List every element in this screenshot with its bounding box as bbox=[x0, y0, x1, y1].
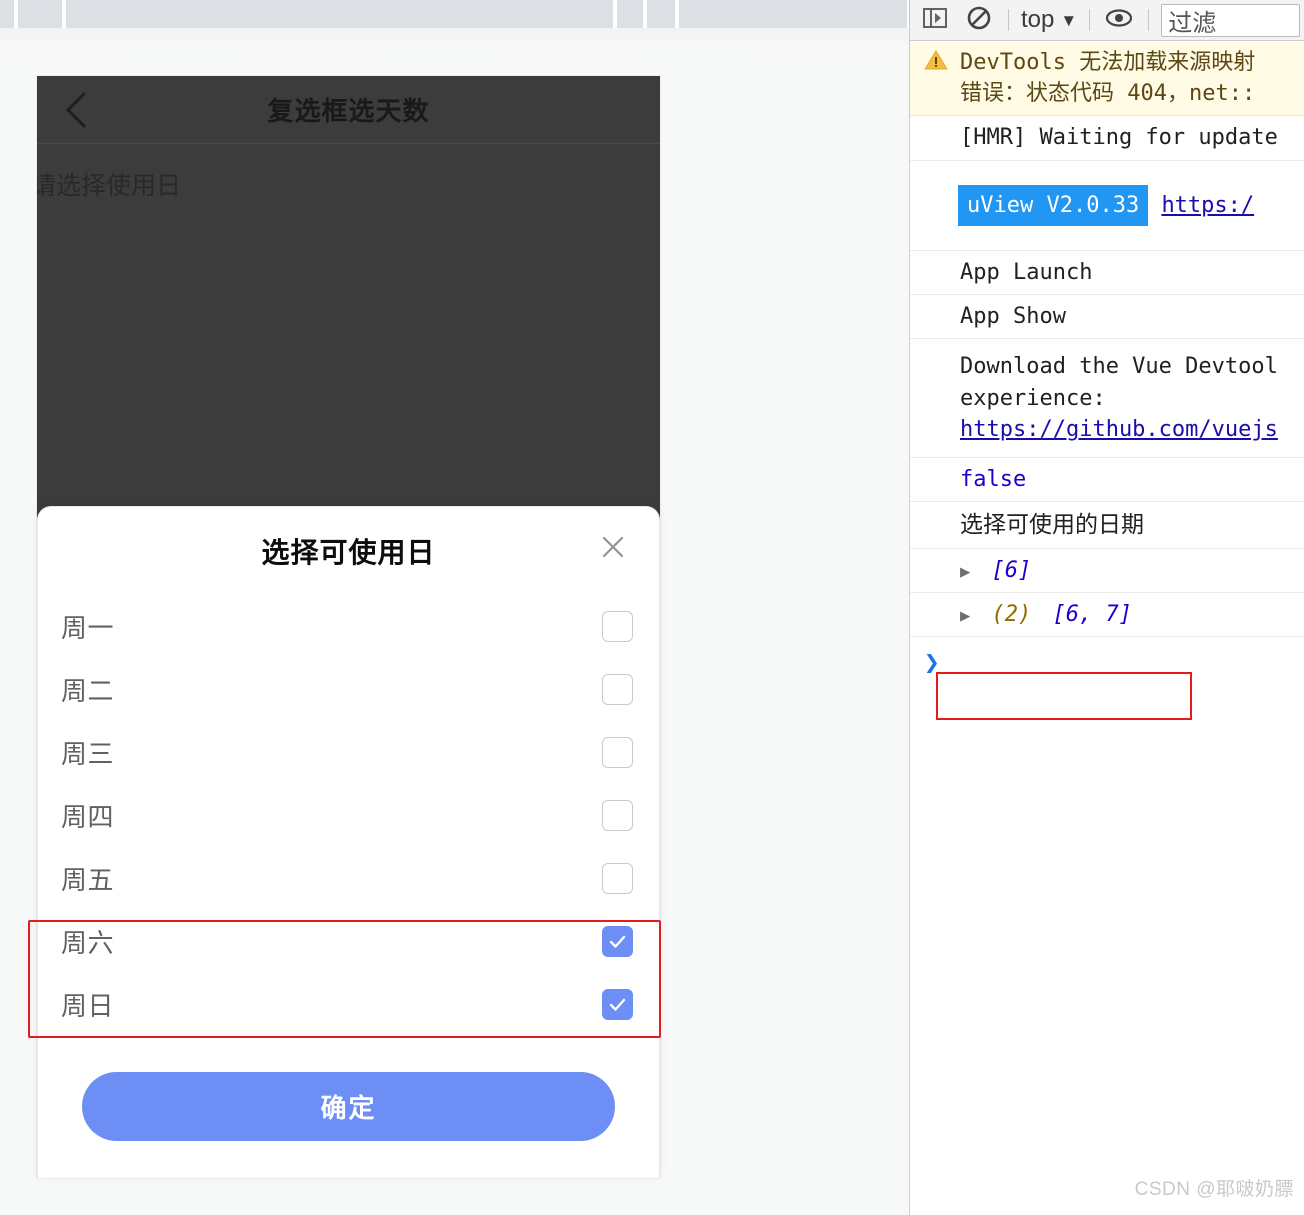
warning-line-1: DevTools 无法加载来源映射 bbox=[960, 50, 1256, 75]
day-picker-popup: 选择可使用日 周一 周二 周三 周四 周五 周六 周日 确定 bbox=[37, 506, 660, 1178]
clear-console-icon bbox=[966, 5, 992, 35]
console-warning-message[interactable]: DevTools 无法加载来源映射 错误：状态代码 404，net:: bbox=[910, 41, 1304, 117]
toolbar-shadow bbox=[0, 28, 909, 50]
page-title: 复选框选天数 bbox=[267, 96, 430, 126]
toolbar-divider bbox=[1089, 9, 1091, 31]
phone-navbar: 复选框选天数 bbox=[37, 76, 660, 144]
day-checkbox[interactable] bbox=[602, 737, 633, 768]
toolbar-divider bbox=[1008, 9, 1009, 31]
popup-title: 选择可使用日 bbox=[261, 537, 436, 568]
warning-icon bbox=[924, 49, 948, 80]
day-label: 周五 bbox=[61, 865, 115, 895]
execution-context-label: top bbox=[1021, 6, 1055, 33]
day-row-2[interactable]: 周三 bbox=[38, 721, 659, 784]
console-vue-devtools-tip[interactable]: Download the Vue Devtool experience: htt… bbox=[910, 339, 1304, 459]
live-expression-button[interactable] bbox=[1098, 2, 1140, 38]
day-checkbox[interactable] bbox=[602, 611, 633, 642]
day-checkbox-list: 周一 周二 周三 周四 周五 周六 周日 bbox=[38, 595, 659, 1036]
day-checkbox[interactable] bbox=[602, 989, 633, 1020]
array-value: [6, 7] bbox=[1052, 601, 1132, 627]
console-false-value[interactable]: false bbox=[910, 458, 1304, 503]
day-row-0[interactable]: 周一 bbox=[38, 595, 659, 658]
devtools-console-panel: top ▼ 过滤 DevTools 无法加载来源映射 错误：状态代码 404，n… bbox=[909, 0, 1304, 1215]
toolbar-segment bbox=[66, 0, 613, 28]
day-checkbox[interactable] bbox=[602, 674, 633, 705]
console-app-launch-message[interactable]: App Launch bbox=[910, 251, 1304, 296]
close-icon bbox=[599, 533, 627, 566]
sidebar-toggle-icon bbox=[921, 4, 949, 36]
browser-toolbar-strip bbox=[0, 0, 909, 28]
console-message-list: DevTools 无法加载来源映射 错误：状态代码 404，net:: [HMR… bbox=[910, 41, 1304, 690]
popup-footer: 确定 bbox=[38, 1036, 659, 1141]
browser-pane: 复选框选天数 请选择使用日 选择可使用日 周一 周二 周三 周四 周五 周六 周… bbox=[0, 0, 909, 1215]
filter-input[interactable]: 过滤 bbox=[1161, 3, 1300, 37]
day-checkbox[interactable] bbox=[602, 926, 633, 957]
toolbar-segment bbox=[647, 0, 675, 28]
toolbar-segment bbox=[0, 0, 14, 28]
toolbar-segment bbox=[18, 0, 62, 28]
watermark: CSDN @耶啵奶膘 bbox=[1134, 1179, 1294, 1200]
filter-placeholder: 过滤 bbox=[1168, 9, 1217, 37]
console-app-show-message[interactable]: App Show bbox=[910, 295, 1304, 340]
day-row-4[interactable]: 周五 bbox=[38, 847, 659, 910]
expand-triangle-icon[interactable]: ▶ bbox=[960, 604, 970, 628]
console-uview-message[interactable]: uView V2.0.33 https:/ bbox=[910, 161, 1304, 251]
console-input-prompt[interactable]: ❯ bbox=[910, 637, 1304, 690]
uview-link[interactable]: https:/ bbox=[1161, 193, 1254, 218]
clear-console-button[interactable] bbox=[958, 2, 1000, 38]
console-hmr-message[interactable]: [HMR] Waiting for update bbox=[910, 116, 1304, 161]
array-value: [6] bbox=[991, 557, 1032, 583]
day-row-1[interactable]: 周二 bbox=[38, 658, 659, 721]
day-checkbox[interactable] bbox=[602, 800, 633, 831]
tip-link[interactable]: https://github.com/vuejs bbox=[960, 414, 1296, 445]
warning-line-2: 错误：状态代码 404，net:: bbox=[960, 81, 1256, 107]
day-label: 周一 bbox=[61, 613, 115, 643]
day-label: 周六 bbox=[61, 928, 115, 958]
day-label: 周二 bbox=[61, 676, 115, 706]
day-row-6[interactable]: 周日 bbox=[38, 973, 659, 1036]
back-button[interactable] bbox=[54, 88, 98, 132]
chinese-log-text: 选择可使用的日期 bbox=[960, 511, 1144, 538]
uview-version-badge: uView V2.0.33 bbox=[958, 184, 1149, 226]
console-array-second[interactable]: ▶ (2) [6, 7] bbox=[910, 593, 1304, 638]
sidebar-toggle-button[interactable] bbox=[914, 2, 956, 38]
popup-header: 选择可使用日 bbox=[38, 507, 659, 595]
tip-line-2: experience: bbox=[960, 385, 1106, 411]
usage-day-hint: 请选择使用日 bbox=[37, 172, 182, 200]
devtools-toolbar: top ▼ 过滤 bbox=[910, 0, 1304, 41]
array-count: (2) bbox=[991, 601, 1032, 627]
eye-icon bbox=[1104, 7, 1134, 33]
tip-line-1: Download the Vue Devtool bbox=[960, 354, 1278, 380]
day-label: 周日 bbox=[61, 991, 115, 1021]
day-label: 周三 bbox=[61, 739, 115, 769]
chevron-down-icon: ▼ bbox=[1060, 10, 1078, 30]
day-checkbox[interactable] bbox=[602, 863, 633, 894]
close-button[interactable] bbox=[593, 529, 633, 569]
day-label: 周四 bbox=[61, 802, 115, 832]
expand-triangle-icon[interactable]: ▶ bbox=[960, 560, 970, 584]
execution-context-selector[interactable]: top ▼ bbox=[1017, 6, 1081, 34]
toolbar-segment bbox=[617, 0, 643, 28]
toolbar-divider bbox=[1148, 9, 1150, 31]
console-array-first[interactable]: ▶ [6] bbox=[910, 549, 1304, 593]
confirm-button[interactable]: 确定 bbox=[82, 1072, 615, 1141]
chevron-left-icon bbox=[65, 92, 87, 128]
day-row-3[interactable]: 周四 bbox=[38, 784, 659, 847]
toolbar-segment bbox=[679, 0, 907, 28]
console-chinese-log[interactable]: 选择可使用的日期 bbox=[910, 502, 1304, 549]
day-row-5[interactable]: 周六 bbox=[38, 910, 659, 973]
false-literal: false bbox=[960, 467, 1027, 493]
